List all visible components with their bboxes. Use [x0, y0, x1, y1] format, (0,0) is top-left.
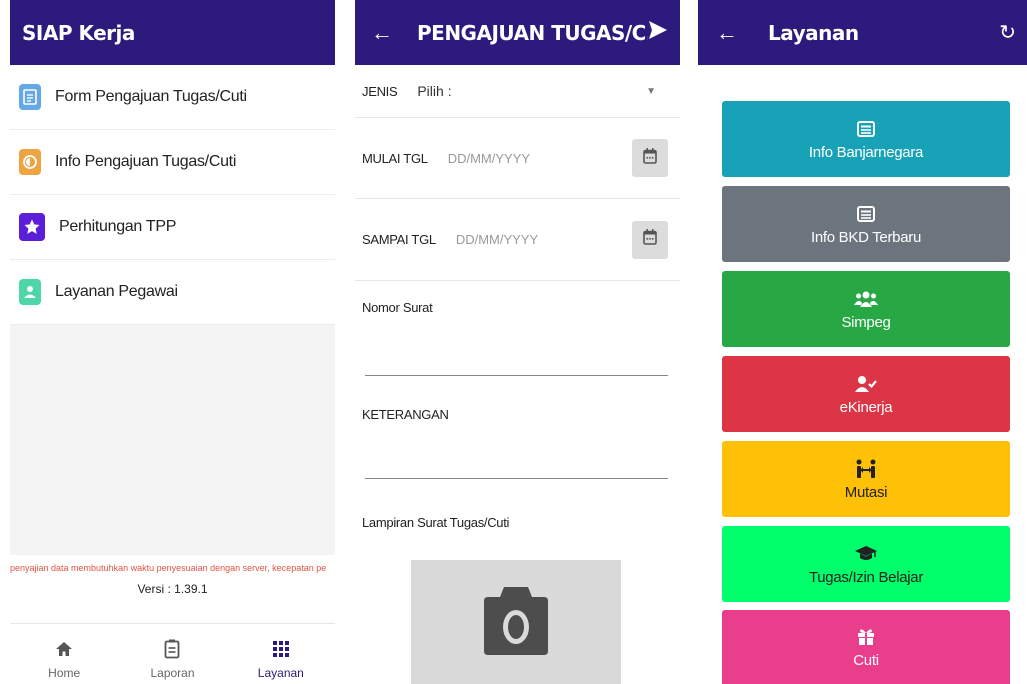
gift-icon: [857, 626, 875, 648]
menu-item-label: Info Pengajuan Tugas/Cuti: [55, 153, 237, 170]
refresh-icon[interactable]: ↻: [999, 20, 1016, 45]
version-label: Versi : 1.39.1: [137, 582, 208, 596]
news-icon: [857, 118, 875, 140]
calendar-icon: [643, 147, 657, 169]
dropdown-caret-icon[interactable]: ▼: [646, 86, 656, 97]
back-arrow-icon[interactable]: ←: [371, 20, 393, 46]
nomor-surat-underline: [365, 375, 668, 376]
nav-laporan[interactable]: Laporan: [118, 624, 226, 684]
app-bar: ← Layanan ↻: [698, 0, 1027, 65]
tile-cuti[interactable]: Cuti: [722, 610, 1010, 684]
page-title: Layanan: [768, 20, 859, 45]
grid-icon: [272, 638, 289, 660]
info-clock-icon: [19, 149, 41, 175]
user-check-icon: [855, 373, 877, 395]
sampai-row: SAMPAI TGL DD/MM/YYYY: [355, 199, 680, 281]
menu-item-label: Perhitungan TPP: [59, 218, 177, 235]
back-arrow-icon[interactable]: ←: [716, 20, 738, 46]
news-icon: [857, 203, 875, 225]
info-note: penyajian data membutuhkan waktu penyesu…: [10, 563, 327, 573]
content-area: [10, 325, 335, 555]
menu-item-label: Form Pengajuan Tugas/Cuti: [55, 88, 247, 105]
form-edit-icon: [19, 84, 41, 110]
lampiran-section: Lampiran Surat Tugas/Cuti: [355, 486, 680, 532]
tile-label: Simpeg: [841, 313, 891, 331]
calendar-icon: [643, 229, 657, 250]
page-title: PENGAJUAN TUGAS/C...: [417, 20, 648, 45]
calendar-button[interactable]: [632, 220, 668, 259]
tile-ekinerja[interactable]: eKinerja: [722, 356, 1010, 432]
keterangan-label: KETERANGAN: [362, 407, 449, 422]
app-title: SIAP Kerja: [22, 20, 135, 45]
jenis-row: JENIS Pilih : ▼: [355, 65, 680, 118]
nav-label: Home: [48, 666, 81, 680]
tile-label: Info BKD Terbaru: [811, 228, 921, 246]
star-icon: [19, 213, 45, 241]
menu-item-form-pengajuan[interactable]: Form Pengajuan Tugas/Cuti: [10, 65, 335, 130]
tile-label: Info Banjarnegara: [808, 143, 924, 161]
nav-label: Layanan: [257, 666, 304, 680]
users-icon: [854, 288, 878, 310]
camera-upload-button[interactable]: [411, 560, 621, 684]
home-icon: [55, 638, 73, 660]
tile-mutasi[interactable]: Mutasi: [722, 441, 1010, 517]
mulai-date-input[interactable]: DD/MM/YYYY: [448, 151, 632, 166]
nav-layanan[interactable]: Layanan: [227, 624, 335, 684]
pengajuan-screen: ← PENGAJUAN TUGAS/C... JENIS Pilih : ▼ M…: [355, 0, 680, 684]
app-bar: SIAP Kerja: [10, 0, 335, 65]
layanan-screen: ← Layanan ↻ Info Banjarnegara Info BKD T…: [698, 0, 1027, 684]
tile-tugas-izin-belajar[interactable]: Tugas/Izin Belajar: [722, 526, 1010, 602]
calendar-button[interactable]: [632, 139, 668, 177]
nomor-surat-label: Nomor Surat: [362, 300, 433, 315]
camera-icon: [482, 583, 550, 662]
keterangan-field[interactable]: KETERANGAN: [355, 381, 680, 486]
nav-label: Laporan: [150, 666, 195, 680]
tile-label: Mutasi: [844, 483, 888, 501]
nomor-surat-field[interactable]: Nomor Surat: [355, 281, 680, 381]
person-icon: [19, 279, 41, 305]
tile-label: Tugas/Izin Belajar: [808, 568, 924, 586]
mulai-row: MULAI TGL DD/MM/YYYY: [355, 118, 680, 199]
home-screen: SIAP Kerja Form Pengajuan Tugas/Cuti Inf…: [10, 0, 335, 684]
tile-info-bkd[interactable]: Info BKD Terbaru: [722, 186, 1010, 262]
menu-item-info-pengajuan[interactable]: Info Pengajuan Tugas/Cuti: [10, 130, 335, 195]
app-bar: ← PENGAJUAN TUGAS/C...: [355, 0, 680, 65]
jenis-select[interactable]: Pilih :: [417, 83, 646, 99]
nav-home[interactable]: Home: [10, 624, 118, 684]
sampai-date-input[interactable]: DD/MM/YYYY: [456, 232, 632, 247]
tile-label: eKinerja: [839, 398, 893, 416]
lampiran-label: Lampiran Surat Tugas/Cuti: [362, 515, 510, 530]
menu-item-label: Layanan Pegawai: [55, 283, 178, 300]
menu-item-layanan-pegawai[interactable]: Layanan Pegawai: [10, 260, 335, 325]
mulai-label: MULAI TGL: [362, 150, 428, 166]
people-arrows-icon: [855, 458, 877, 480]
report-icon: [164, 638, 180, 660]
jenis-label: JENIS: [362, 83, 398, 99]
graduation-cap-icon: [854, 543, 878, 565]
tile-simpeg[interactable]: Simpeg: [722, 271, 1010, 347]
tile-info-banjarnegara[interactable]: Info Banjarnegara: [722, 101, 1010, 177]
tile-label: Cuti: [853, 651, 879, 669]
keterangan-underline: [365, 478, 668, 479]
bottom-navigation: Home Laporan Layanan: [10, 623, 335, 684]
send-icon[interactable]: [648, 20, 668, 45]
sampai-label: SAMPAI TGL: [362, 232, 436, 247]
menu-item-perhitungan-tpp[interactable]: Perhitungan TPP: [10, 195, 335, 260]
